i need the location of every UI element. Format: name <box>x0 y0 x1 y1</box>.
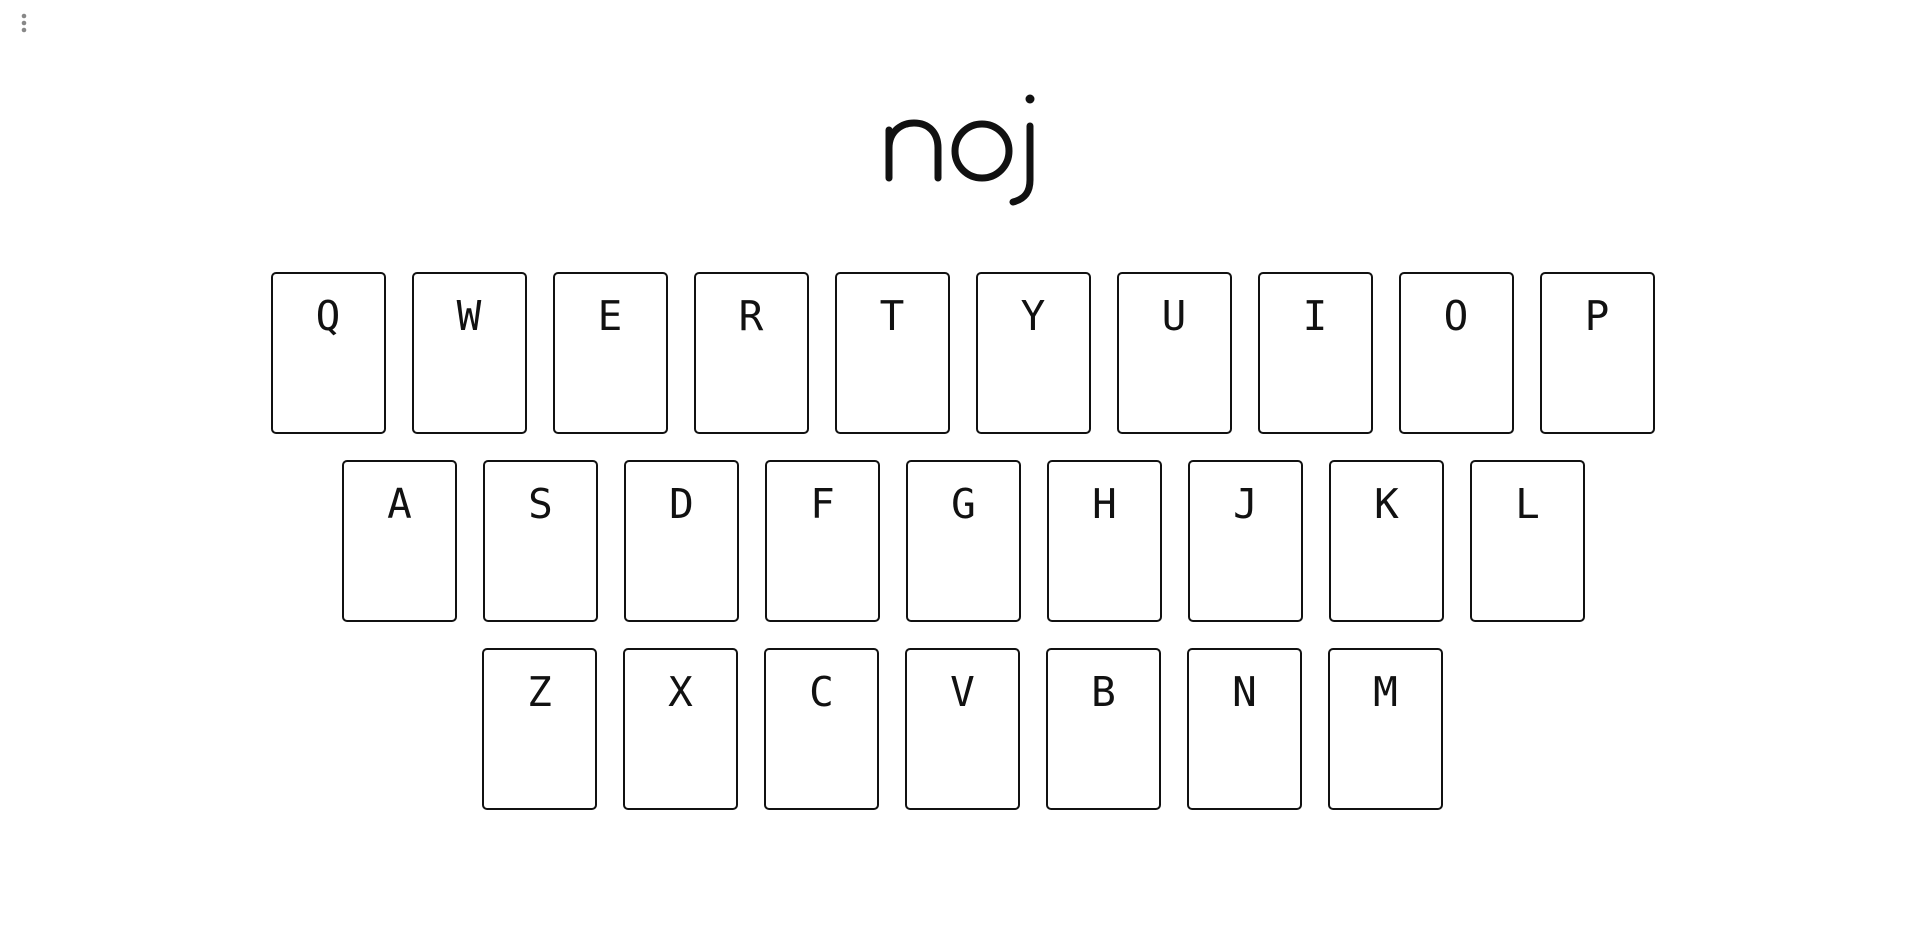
key-c[interactable]: C <box>764 648 879 810</box>
key-k[interactable]: K <box>1329 460 1444 622</box>
key-s[interactable]: S <box>483 460 598 622</box>
page: QWERTYUIOP ASDFGHJKL ZXCVBNM <box>0 0 1907 928</box>
key-j[interactable]: J <box>1188 460 1303 622</box>
app-logo <box>860 90 1060 215</box>
key-n[interactable]: N <box>1187 648 1302 810</box>
keyboard-row: QWERTYUIOP <box>0 272 1907 434</box>
on-screen-keyboard: QWERTYUIOP ASDFGHJKL ZXCVBNM <box>0 272 1907 836</box>
key-g[interactable]: G <box>906 460 1021 622</box>
key-x[interactable]: X <box>623 648 738 810</box>
key-o[interactable]: O <box>1398 272 1514 434</box>
key-u[interactable]: U <box>1116 272 1232 434</box>
key-h[interactable]: H <box>1047 460 1162 622</box>
more-options-button[interactable] <box>17 11 31 37</box>
key-a[interactable]: A <box>342 460 457 622</box>
key-e[interactable]: E <box>552 272 668 434</box>
key-q[interactable]: Q <box>270 272 386 434</box>
key-f[interactable]: F <box>765 460 880 622</box>
key-z[interactable]: Z <box>482 648 597 810</box>
key-i[interactable]: I <box>1257 272 1373 434</box>
key-w[interactable]: W <box>411 272 527 434</box>
keyboard-row: ZXCVBNM <box>0 648 1907 810</box>
key-y[interactable]: Y <box>975 272 1091 434</box>
key-t[interactable]: T <box>834 272 950 434</box>
key-p[interactable]: P <box>1539 272 1655 434</box>
vertical-ellipsis-icon <box>21 13 27 33</box>
key-d[interactable]: D <box>624 460 739 622</box>
key-b[interactable]: B <box>1046 648 1161 810</box>
keyboard-row: ASDFGHJKL <box>0 460 1907 622</box>
key-m[interactable]: M <box>1328 648 1443 810</box>
key-r[interactable]: R <box>693 272 809 434</box>
key-l[interactable]: L <box>1470 460 1585 622</box>
key-v[interactable]: V <box>905 648 1020 810</box>
